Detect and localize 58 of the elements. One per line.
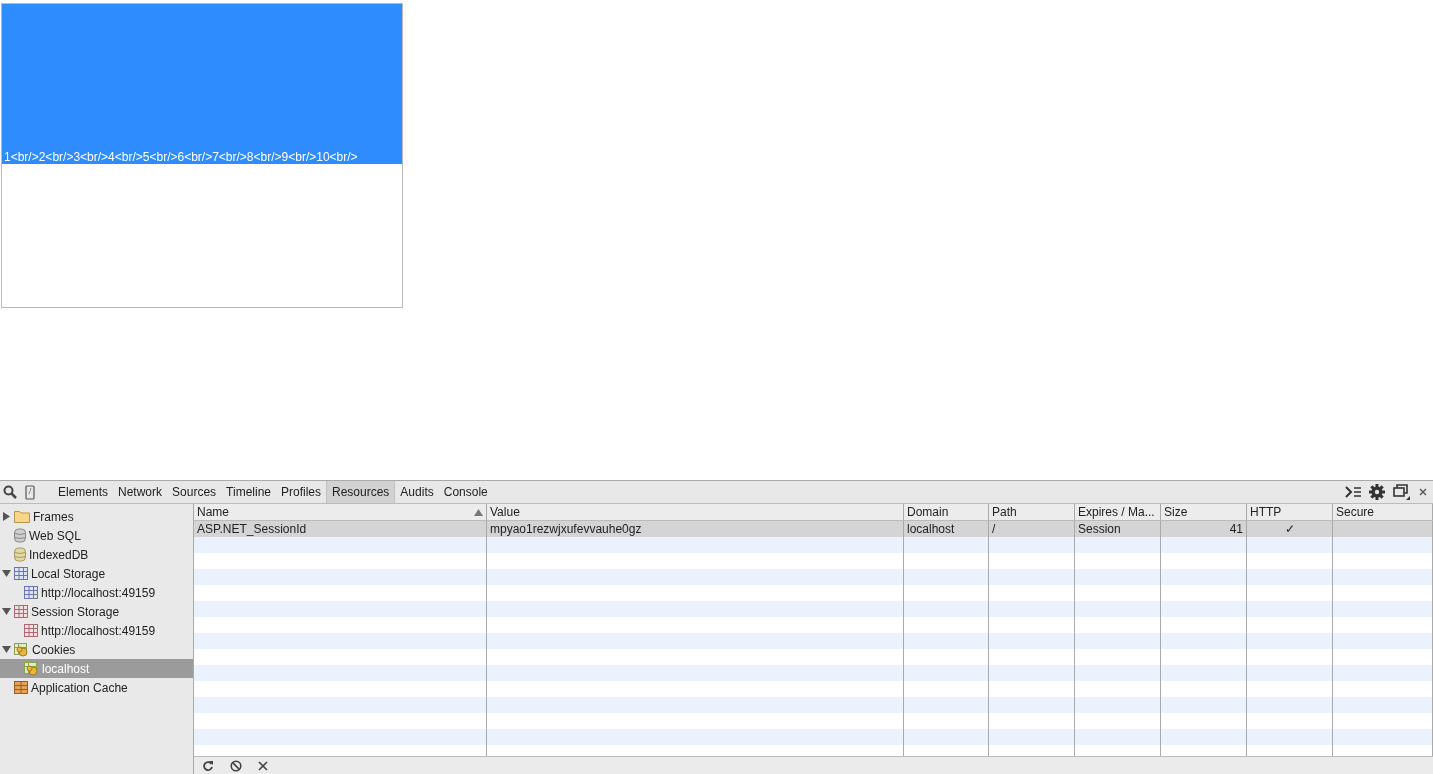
cookie-icon: [24, 661, 39, 676]
tree-item[interactable]: Web SQL: [0, 526, 193, 545]
table-cell: ✓: [1284, 522, 1295, 536]
refresh-icon[interactable]: [202, 759, 214, 772]
panel-tab[interactable]: Network: [113, 481, 168, 503]
tree-item[interactable]: http://localhost:49159: [0, 621, 193, 640]
grid-icon: [14, 567, 28, 580]
expanded-arrow-icon[interactable]: [2, 645, 11, 654]
dock-icon[interactable]: [1393, 484, 1411, 500]
cookie-icon: [14, 642, 29, 657]
sort-ascending-icon: [474, 508, 483, 516]
tree-item[interactable]: IndexedDB: [0, 545, 193, 564]
expanded-arrow-icon[interactable]: [2, 607, 11, 616]
delete-icon[interactable]: [258, 760, 268, 771]
table-row[interactable]: ASP.NET_SessionId mpyao1rezwjxufevvauhe0gz localhost / Session 41 ✓: [194, 521, 1433, 537]
table-cell: Session: [1078, 522, 1121, 536]
panel-tab[interactable]: Sources: [167, 481, 222, 503]
panel-tab[interactable]: Audits: [395, 481, 439, 503]
block-text: 1<br/>2<br/>3<br/>4<br/>5<br/>6<br/>7<br/>8<br/>9<br/>10<br/>: [4, 150, 358, 164]
grid-icon: [24, 624, 38, 637]
column-header[interactable]: Domain: [904, 504, 989, 520]
tree-item[interactable]: Cookies: [0, 640, 193, 659]
folder-icon: [14, 510, 30, 523]
expanded-arrow-icon[interactable]: [2, 569, 11, 578]
column-header[interactable]: Size: [1161, 504, 1247, 520]
panel-tab[interactable]: Profiles: [276, 481, 326, 503]
tree-item[interactable]: Local Storage: [0, 564, 193, 583]
column-header[interactable]: Path: [989, 504, 1075, 520]
console-drawer-icon[interactable]: [1345, 486, 1361, 498]
column-header[interactable]: Expires / Ma...: [1075, 504, 1161, 520]
column-header[interactable]: Name: [194, 504, 487, 520]
close-icon[interactable]: [1419, 488, 1427, 496]
panel-tab[interactable]: Timeline: [221, 481, 276, 503]
table-cell: mpyao1rezwjxufevvauhe0gz: [490, 522, 642, 536]
column-header[interactable]: Secure: [1333, 504, 1433, 520]
table-cell: localhost: [907, 522, 955, 536]
tree-item[interactable]: http://localhost:49159: [0, 583, 193, 602]
grid-icon: [14, 681, 28, 694]
panel-tab[interactable]: Elements: [53, 481, 114, 503]
settings-icon[interactable]: [1369, 484, 1385, 500]
table-cell: 41: [1229, 522, 1243, 536]
collapsed-arrow-icon[interactable]: [2, 512, 11, 521]
table-cell: /: [992, 522, 996, 536]
panel-tab[interactable]: Resources: [326, 481, 396, 503]
grid-icon: [14, 605, 28, 618]
tree-item[interactable]: Application Cache: [0, 678, 193, 697]
column-header[interactable]: Value: [487, 504, 904, 520]
tree-item[interactable]: Frames: [0, 507, 193, 526]
column-header[interactable]: HTTP: [1247, 504, 1333, 520]
search-icon[interactable]: [3, 485, 17, 499]
block-icon[interactable]: [230, 759, 242, 772]
database-icon: [14, 547, 26, 562]
grid-icon: [24, 586, 38, 599]
database-icon: [14, 528, 26, 543]
tree-item[interactable]: Session Storage: [0, 602, 193, 621]
table-cell: ASP.NET_SessionId: [197, 522, 307, 536]
panel-tab[interactable]: Console: [438, 481, 493, 503]
mobile-device-icon[interactable]: [25, 484, 35, 500]
